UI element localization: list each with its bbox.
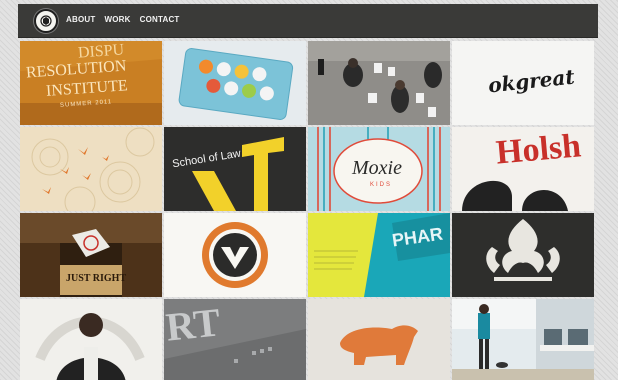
holsh-display-text: Holsh [494,127,583,172]
portfolio-tile-holsh-type[interactable]: Holsh [452,127,594,211]
nav-link-work[interactable]: WORK [104,15,130,24]
main-menu: ABOUT WORK CONTACT [66,15,180,24]
portfolio-tile-school-of-law[interactable]: School of Law [164,127,306,211]
birds-pattern-thumbnail [20,127,162,211]
portfolio-grid: DISPU RESOLUTION INSTITUTE SUMMER 2011 o… [20,41,596,380]
portfolio-tile-okgreat[interactable]: okgreat [452,41,594,125]
top-navigation-bar: ABOUT WORK CONTACT [18,4,598,38]
wine-bottle-thumbnail [20,213,162,297]
portfolio-tile-rt-letterpress[interactable]: RT [164,299,306,380]
moxie-logo-text: Moxie [352,157,402,179]
portfolio-tile-ornament[interactable] [452,213,594,297]
bear-thumbnail [308,299,450,380]
just-right-label: JUST RIGHT [66,273,127,284]
ornament-thumbnail [452,213,594,297]
portfolio-tile-bear[interactable] [308,299,450,380]
portfolio-tile-birds-pattern[interactable] [20,127,162,211]
logo-mark-icon [40,15,52,27]
portfolio-tile-arrow-mark[interactable] [164,213,306,297]
street-photo-thumbnail [308,41,450,125]
portfolio-tile-to-street[interactable] [308,41,450,125]
nav-link-about[interactable]: ABOUT [66,15,95,24]
portrait-thumbnail [20,299,162,380]
portfolio-tile-office[interactable] [452,299,594,380]
portfolio-tile-portrait[interactable] [20,299,162,380]
nav-link-contact[interactable]: CONTACT [140,15,180,24]
portfolio-tile-dispute-resolution[interactable]: DISPU RESOLUTION INSTITUTE SUMMER 2011 [20,41,162,125]
portfolio-tile-just-right-wine[interactable]: JUST RIGHT [20,213,162,297]
school-of-law-thumbnail [164,127,306,211]
site-logo[interactable] [34,9,58,33]
rt-display-text: RT [164,299,223,350]
office-photo-thumbnail [452,299,594,380]
moxie-logo-sub: KIDS [370,182,393,188]
fat-matts-card-thumbnail [164,41,306,125]
portfolio-tile-fat-matts[interactable] [164,41,306,125]
arrow-mark-thumbnail [164,213,306,297]
portfolio-tile-pharmacy-print[interactable]: PHAR [308,213,450,297]
portfolio-tile-moxie-kids[interactable]: Moxie KIDS [308,127,450,211]
